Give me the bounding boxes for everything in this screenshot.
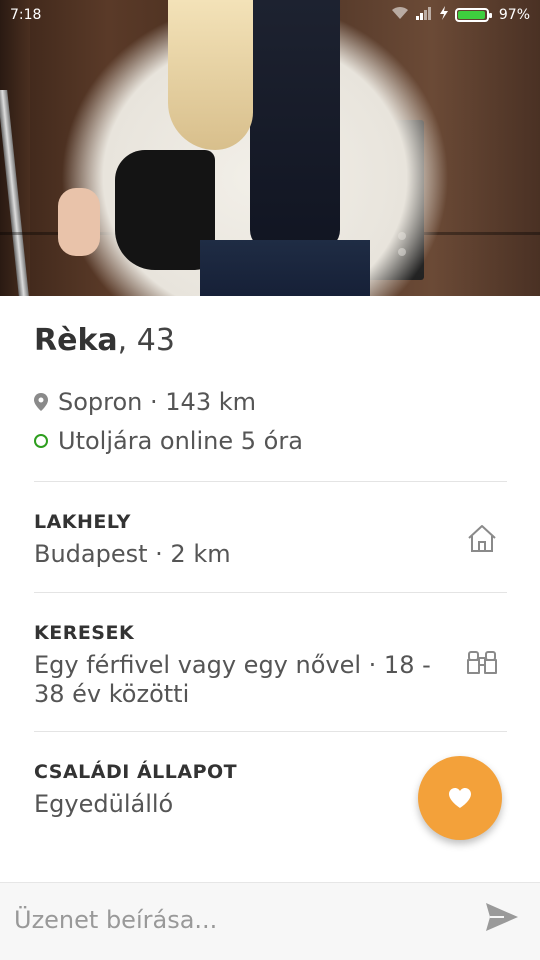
heart-icon: [449, 788, 471, 808]
binoculars-icon: [467, 651, 497, 674]
section-value-residence: Budapest · 2 km: [34, 540, 231, 568]
profile-photo[interactable]: [0, 0, 540, 296]
online-status-row: Utoljára online 5 óra: [34, 427, 303, 455]
seeking-line-1: Egy férfivel vagy egy nővel · 18 -: [34, 651, 431, 679]
section-title-marital-status: CSALÁDI ÁLLAPOT: [34, 761, 238, 783]
location-row: Sopron · 143 km: [34, 388, 256, 416]
battery-icon: [454, 8, 492, 22]
status-bar: 7:18 97%: [0, 0, 540, 32]
house-icon: [468, 525, 496, 552]
online-status-icon: [34, 434, 48, 448]
location-text: Sopron · 143 km: [58, 388, 256, 416]
divider: [34, 592, 507, 593]
like-button[interactable]: [418, 756, 502, 840]
section-title-residence: LAKHELY: [34, 511, 131, 533]
profile-name-row: Rèka, 43: [34, 323, 175, 358]
charging-icon: [439, 6, 449, 24]
message-bar: [0, 882, 540, 960]
wifi-icon: [391, 6, 409, 24]
profile-screen: 7:18 97% Rèka, 43 Sopron · 143 km Utoljá…: [0, 0, 540, 960]
divider: [34, 481, 507, 482]
signal-icon: [415, 6, 433, 24]
section-title-seeking: KERESEK: [34, 622, 135, 644]
photo-shirt: [250, 0, 340, 250]
photo-jeans: [200, 240, 370, 296]
section-value-seeking: Egy férfivel vagy egy nővel · 18 - 38 év…: [34, 651, 431, 709]
profile-name: Rèka: [34, 323, 118, 358]
status-time: 7:18: [10, 7, 42, 23]
battery-fill: [457, 11, 486, 19]
seeking-line-2: 38 év közötti: [34, 680, 190, 708]
online-status-text: Utoljára online 5 óra: [58, 427, 303, 455]
section-value-marital-status: Egyedülálló: [34, 790, 174, 818]
send-icon[interactable]: [484, 901, 520, 933]
battery-percent: 97%: [498, 7, 530, 23]
profile-age: , 43: [117, 323, 175, 358]
photo-hand: [58, 188, 100, 256]
message-input[interactable]: [12, 899, 456, 941]
divider: [34, 731, 507, 732]
location-pin-icon: [34, 393, 48, 411]
